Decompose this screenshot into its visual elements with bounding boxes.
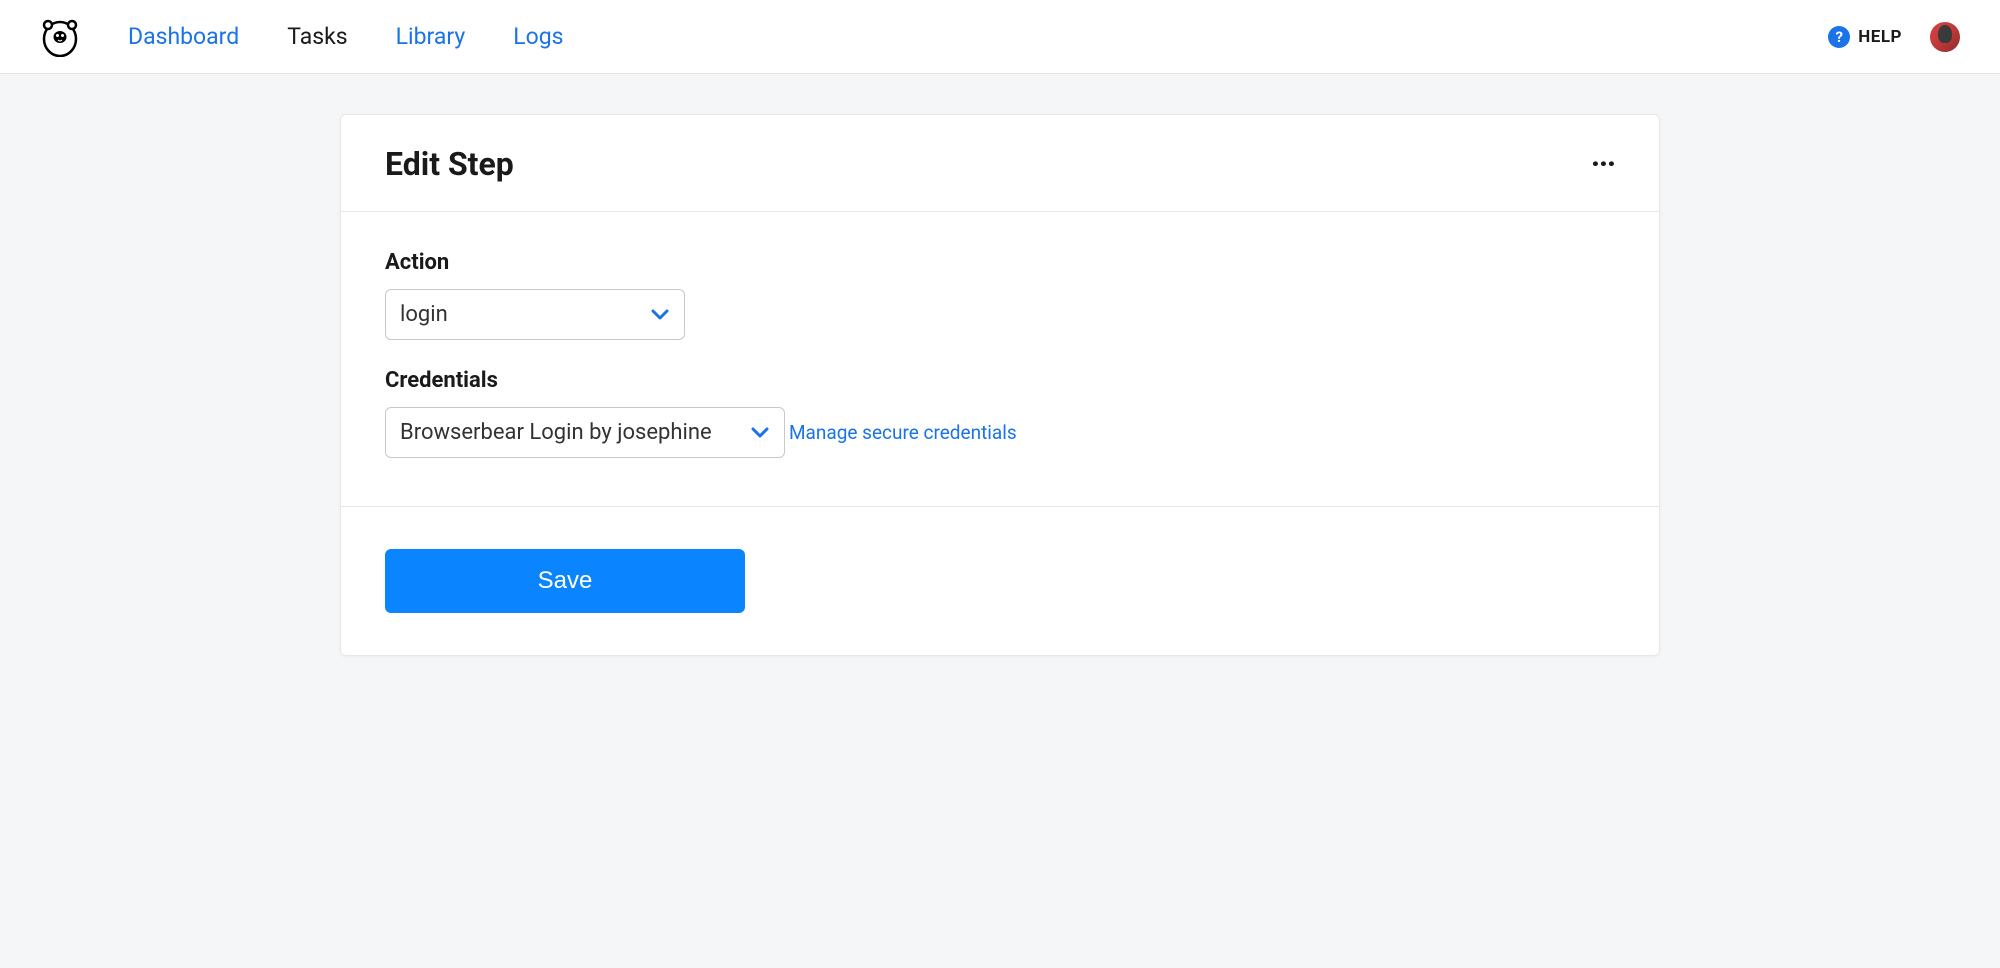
help-label: HELP [1858, 27, 1902, 47]
credentials-label: Credentials [385, 368, 1615, 393]
card-header: Edit Step ··· [341, 115, 1659, 212]
action-group: Action login [385, 250, 1615, 340]
action-select-wrap: login [385, 289, 685, 340]
credentials-select[interactable]: Browserbear Login by josephine [385, 407, 785, 458]
logo-icon [41, 17, 79, 57]
nav-library[interactable]: Library [396, 23, 466, 50]
action-label: Action [385, 250, 1615, 275]
app-header: Dashboard Tasks Library Logs ? HELP [0, 0, 2000, 74]
main: Edit Step ··· Action login Credentials B… [0, 74, 2000, 656]
more-menu-icon[interactable]: ··· [1591, 157, 1615, 171]
nav-dashboard[interactable]: Dashboard [128, 23, 239, 50]
nav-tasks[interactable]: Tasks [287, 23, 347, 50]
manage-credentials-link[interactable]: Manage secure credentials [789, 421, 1017, 444]
header-right: ? HELP [1828, 22, 1960, 52]
card-title: Edit Step [385, 145, 514, 183]
nav-logs[interactable]: Logs [513, 23, 563, 50]
help-icon: ? [1828, 26, 1850, 48]
card-body: Action login Credentials Browserbear Log… [341, 212, 1659, 507]
save-button[interactable]: Save [385, 549, 745, 613]
card-footer: Save [341, 507, 1659, 655]
logo[interactable] [40, 17, 80, 57]
edit-step-card: Edit Step ··· Action login Credentials B… [340, 114, 1660, 656]
credentials-group: Credentials Browserbear Login by josephi… [385, 368, 1615, 458]
header-left: Dashboard Tasks Library Logs [40, 17, 564, 57]
avatar[interactable] [1930, 22, 1960, 52]
credentials-select-wrap: Browserbear Login by josephine [385, 407, 785, 458]
nav: Dashboard Tasks Library Logs [128, 23, 564, 50]
action-select[interactable]: login [385, 289, 685, 340]
help-link[interactable]: ? HELP [1828, 26, 1902, 48]
